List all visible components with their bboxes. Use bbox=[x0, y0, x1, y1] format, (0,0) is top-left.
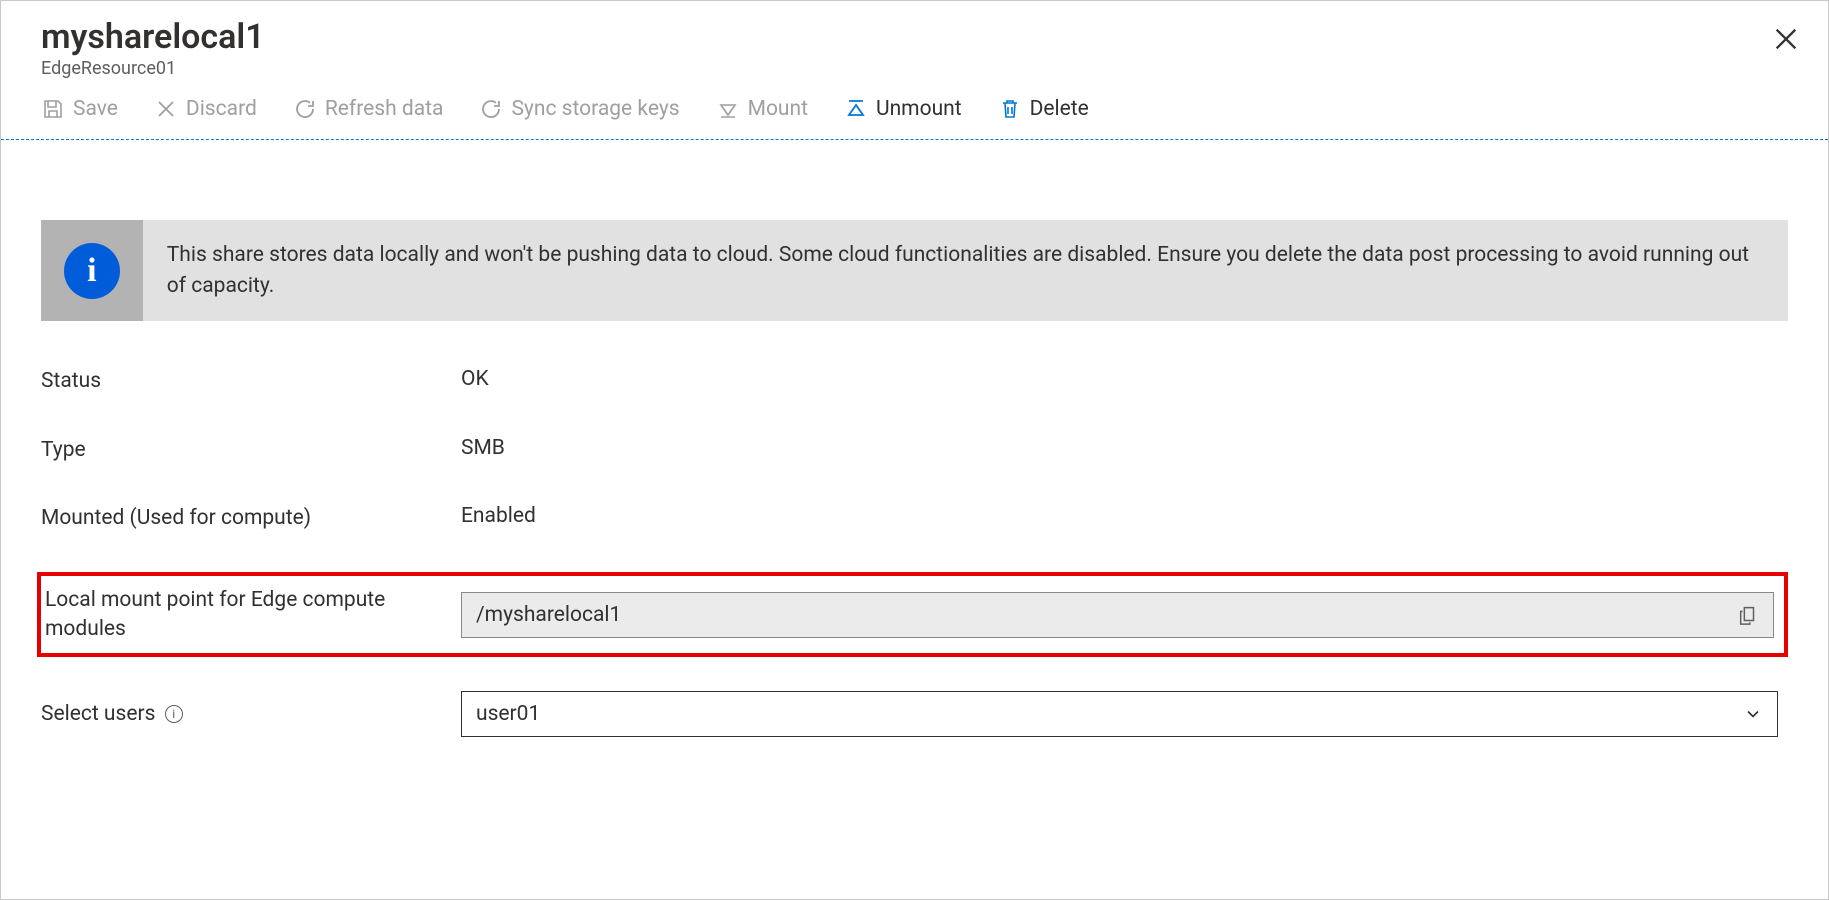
close-button[interactable] bbox=[1772, 25, 1800, 53]
highlighted-mount-point-row: Local mount point for Edge compute modul… bbox=[37, 572, 1788, 657]
delete-icon bbox=[998, 97, 1022, 121]
info-tooltip-icon[interactable]: i bbox=[165, 705, 183, 723]
mounted-value: Enabled bbox=[461, 504, 536, 528]
close-icon bbox=[1772, 25, 1800, 53]
mount-point-field: /mysharelocal1 bbox=[461, 592, 1774, 638]
select-users-label: Select users i bbox=[41, 700, 461, 728]
refresh-label: Refresh data bbox=[325, 97, 444, 121]
mounted-label: Mounted (Used for compute) bbox=[41, 504, 461, 532]
mount-point-label: Local mount point for Edge compute modul… bbox=[41, 586, 461, 643]
copy-button[interactable] bbox=[1737, 604, 1759, 626]
toolbar: Save Discard Refresh data Sync storage k… bbox=[1, 87, 1828, 140]
status-value: OK bbox=[461, 367, 489, 391]
mount-point-value: /mysharelocal1 bbox=[476, 603, 1737, 627]
refresh-button[interactable]: Refresh data bbox=[293, 97, 444, 121]
page-title: mysharelocal1 bbox=[41, 19, 1788, 56]
discard-icon bbox=[154, 97, 178, 121]
discard-button[interactable]: Discard bbox=[154, 97, 257, 121]
type-label: Type bbox=[41, 436, 461, 464]
info-icon: i bbox=[64, 243, 120, 299]
unmount-icon bbox=[844, 97, 868, 121]
mount-label: Mount bbox=[748, 97, 808, 121]
status-label: Status bbox=[41, 367, 461, 395]
save-label: Save bbox=[73, 97, 118, 121]
discard-label: Discard bbox=[186, 97, 257, 121]
info-icon-box: i bbox=[41, 220, 143, 321]
unmount-label: Unmount bbox=[876, 97, 962, 121]
mount-icon bbox=[716, 97, 740, 121]
delete-label: Delete bbox=[1030, 97, 1089, 121]
delete-button[interactable]: Delete bbox=[998, 97, 1089, 121]
save-icon bbox=[41, 97, 65, 121]
select-users-value: user01 bbox=[476, 702, 540, 726]
unmount-button[interactable]: Unmount bbox=[844, 97, 962, 121]
sync-label: Sync storage keys bbox=[511, 97, 679, 121]
page-subtitle: EdgeResource01 bbox=[41, 58, 1788, 79]
type-value: SMB bbox=[461, 436, 505, 460]
save-button[interactable]: Save bbox=[41, 97, 118, 121]
select-users-dropdown[interactable]: user01 bbox=[461, 691, 1778, 737]
chevron-down-icon bbox=[1743, 704, 1763, 724]
mount-button[interactable]: Mount bbox=[716, 97, 808, 121]
sync-button[interactable]: Sync storage keys bbox=[479, 97, 679, 121]
refresh-icon bbox=[293, 97, 317, 121]
sync-icon bbox=[479, 97, 503, 121]
copy-icon bbox=[1737, 604, 1759, 626]
info-banner-text: This share stores data locally and won't… bbox=[143, 220, 1788, 321]
info-banner: i This share stores data locally and won… bbox=[41, 220, 1788, 321]
